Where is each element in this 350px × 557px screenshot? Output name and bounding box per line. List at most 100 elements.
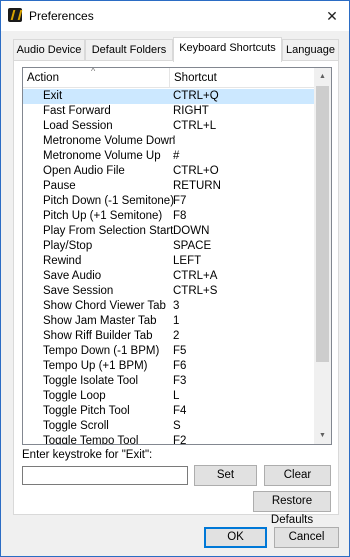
scroll-up-icon[interactable]: ▲ bbox=[314, 68, 331, 85]
shortcut-key-cell: L bbox=[173, 390, 180, 402]
shortcut-key-cell: F5 bbox=[173, 345, 187, 357]
title-bar[interactable]: Preferences ✕ bbox=[1, 1, 349, 31]
tab-keyboard-shortcuts[interactable]: Keyboard Shortcuts bbox=[173, 37, 282, 62]
shortcut-key-cell: RIGHT bbox=[173, 105, 209, 117]
shortcut-action-cell: Save Session bbox=[43, 285, 114, 297]
keystroke-prompt-label: Enter keystroke for "Exit": bbox=[22, 449, 153, 461]
shortcut-key-cell: 1 bbox=[173, 315, 180, 327]
shortcut-key-cell: F3 bbox=[173, 375, 187, 387]
shortcut-key-cell: CTRL+Q bbox=[173, 90, 219, 102]
shortcut-key-cell: CTRL+O bbox=[173, 165, 219, 177]
shortcut-action-cell: Play/Stop bbox=[43, 240, 93, 252]
shortcut-action-cell: Tempo Up (+1 BPM) bbox=[43, 360, 148, 372]
shortcut-key-cell: DOWN bbox=[173, 225, 210, 237]
list-header: ^ Action Shortcut bbox=[23, 68, 314, 88]
shortcut-key-cell: F7 bbox=[173, 195, 187, 207]
shortcut-key-cell: ' bbox=[173, 135, 176, 147]
shortcut-row[interactable]: Load Session CTRL+L bbox=[23, 119, 314, 134]
set-button[interactable]: Set bbox=[194, 465, 257, 486]
shortcut-action-cell: Play From Selection Start bbox=[43, 225, 174, 237]
tab-strip: Audio Device Default Folders Keyboard Sh… bbox=[13, 37, 339, 62]
restore-defaults-button[interactable]: Restore Defaults bbox=[253, 491, 331, 526]
shortcut-action-cell: Show Chord Viewer Tab bbox=[43, 300, 166, 312]
shortcut-action-cell: Open Audio File bbox=[43, 165, 125, 177]
vertical-scrollbar[interactable]: ▲ ▼ bbox=[314, 68, 331, 444]
preferences-window: Preferences ✕ Audio Device Default Folde… bbox=[0, 0, 350, 557]
shortcut-key-cell: SPACE bbox=[173, 240, 212, 252]
shortcut-action-cell: Toggle Loop bbox=[43, 390, 106, 402]
shortcut-key-cell: CTRL+S bbox=[173, 285, 218, 297]
cancel-button[interactable]: Cancel bbox=[274, 527, 339, 548]
shortcut-action-cell: Tempo Down (-1 BPM) bbox=[43, 345, 160, 357]
shortcut-row[interactable]: Show Riff Builder Tab 2 bbox=[23, 329, 314, 344]
shortcut-key-cell: # bbox=[173, 150, 180, 162]
shortcut-action-cell: Show Riff Builder Tab bbox=[43, 330, 153, 342]
shortcut-row[interactable]: Play From Selection Start DOWN bbox=[23, 224, 314, 239]
shortcut-key-cell: F4 bbox=[173, 405, 187, 417]
shortcut-row[interactable]: Pitch Down (-1 Semitone) F7 bbox=[23, 194, 314, 209]
shortcut-key-cell: RETURN bbox=[173, 180, 221, 192]
shortcut-action-cell: Save Audio bbox=[43, 270, 102, 282]
shortcut-row[interactable]: Show Jam Master Tab 1 bbox=[23, 314, 314, 329]
shortcut-action-cell: Toggle Pitch Tool bbox=[43, 405, 130, 417]
ok-button[interactable]: OK bbox=[204, 527, 267, 548]
column-divider[interactable] bbox=[169, 68, 170, 88]
shortcut-action-cell: Toggle Scroll bbox=[43, 420, 109, 432]
shortcut-row[interactable]: Pitch Up (+1 Semitone) F8 bbox=[23, 209, 314, 224]
shortcut-key-cell: F2 bbox=[173, 435, 187, 445]
shortcut-key-cell: 3 bbox=[173, 300, 180, 312]
shortcut-row[interactable]: Toggle Loop L bbox=[23, 389, 314, 404]
shortcut-key-cell: S bbox=[173, 420, 181, 432]
tab-default-folders[interactable]: Default Folders bbox=[85, 39, 173, 61]
shortcut-row[interactable]: Fast Forward RIGHT bbox=[23, 104, 314, 119]
shortcut-row[interactable]: Exit CTRL+Q bbox=[23, 89, 314, 104]
shortcut-row[interactable]: Metronome Volume Down ' bbox=[23, 134, 314, 149]
shortcut-row[interactable]: Toggle Pitch Tool F4 bbox=[23, 404, 314, 419]
tab-language[interactable]: Language bbox=[282, 39, 339, 61]
shortcut-key-cell: F6 bbox=[173, 360, 187, 372]
shortcut-action-cell: Toggle Isolate Tool bbox=[43, 375, 139, 387]
scroll-thumb[interactable] bbox=[316, 86, 329, 362]
shortcut-row[interactable]: Play/Stop SPACE bbox=[23, 239, 314, 254]
keystroke-input[interactable] bbox=[22, 466, 188, 485]
shortcut-row[interactable]: Toggle Tempo Tool F2 bbox=[23, 434, 314, 445]
shortcut-key-cell: LEFT bbox=[173, 255, 202, 267]
shortcut-row[interactable]: Open Audio File CTRL+O bbox=[23, 164, 314, 179]
shortcut-key-cell: F8 bbox=[173, 210, 187, 222]
shortcut-row[interactable]: Rewind LEFT bbox=[23, 254, 314, 269]
shortcut-row[interactable]: Tempo Down (-1 BPM) F5 bbox=[23, 344, 314, 359]
shortcut-row[interactable]: Pause RETURN bbox=[23, 179, 314, 194]
tab-audio-device[interactable]: Audio Device bbox=[13, 39, 85, 61]
clear-button[interactable]: Clear bbox=[264, 465, 331, 486]
shortcut-row[interactable]: Toggle Scroll S bbox=[23, 419, 314, 434]
shortcut-action-cell: Exit bbox=[43, 90, 63, 102]
shortcut-action-cell: Pitch Down (-1 Semitone) bbox=[43, 195, 175, 207]
column-header-action[interactable]: Action bbox=[27, 72, 59, 84]
shortcut-rows: Exit CTRL+Q Fast Forward RIGHT Load Session C… bbox=[23, 89, 314, 445]
shortcut-action-cell: Metronome Volume Up bbox=[43, 150, 161, 162]
scroll-down-icon[interactable]: ▼ bbox=[314, 427, 331, 444]
shortcut-row[interactable]: Metronome Volume Up # bbox=[23, 149, 314, 164]
shortcut-list[interactable]: ^ Action Shortcut Exit CTRL+Q Fast Forward… bbox=[22, 67, 332, 445]
column-header-shortcut[interactable]: Shortcut bbox=[174, 72, 217, 84]
shortcut-action-cell: Rewind bbox=[43, 255, 82, 267]
shortcut-action-cell: Show Jam Master Tab bbox=[43, 315, 157, 327]
shortcut-action-cell: Fast Forward bbox=[43, 105, 111, 117]
window-title: Preferences bbox=[29, 9, 94, 23]
shortcut-action-cell: Pitch Up (+1 Semitone) bbox=[43, 210, 163, 222]
shortcut-key-cell: CTRL+L bbox=[173, 120, 217, 132]
shortcut-action-cell: Metronome Volume Down bbox=[43, 135, 176, 147]
shortcut-row[interactable]: Save Session CTRL+S bbox=[23, 284, 314, 299]
shortcut-action-cell: Load Session bbox=[43, 120, 113, 132]
sort-ascending-icon: ^ bbox=[91, 67, 96, 76]
shortcut-row[interactable]: Save Audio CTRL+A bbox=[23, 269, 314, 284]
shortcut-key-cell: 2 bbox=[173, 330, 180, 342]
keyboard-shortcuts-panel: ^ Action Shortcut Exit CTRL+Q Fast Forward… bbox=[13, 60, 339, 526]
shortcut-row[interactable]: Toggle Isolate Tool F3 bbox=[23, 374, 314, 389]
shortcut-row[interactable]: Tempo Up (+1 BPM) F6 bbox=[23, 359, 314, 374]
close-icon[interactable]: ✕ bbox=[315, 1, 349, 31]
shortcut-key-cell: CTRL+A bbox=[173, 270, 218, 282]
shortcut-action-cell: Toggle Tempo Tool bbox=[43, 435, 139, 445]
shortcut-row[interactable]: Show Chord Viewer Tab 3 bbox=[23, 299, 314, 314]
shortcut-action-cell: Pause bbox=[43, 180, 76, 192]
